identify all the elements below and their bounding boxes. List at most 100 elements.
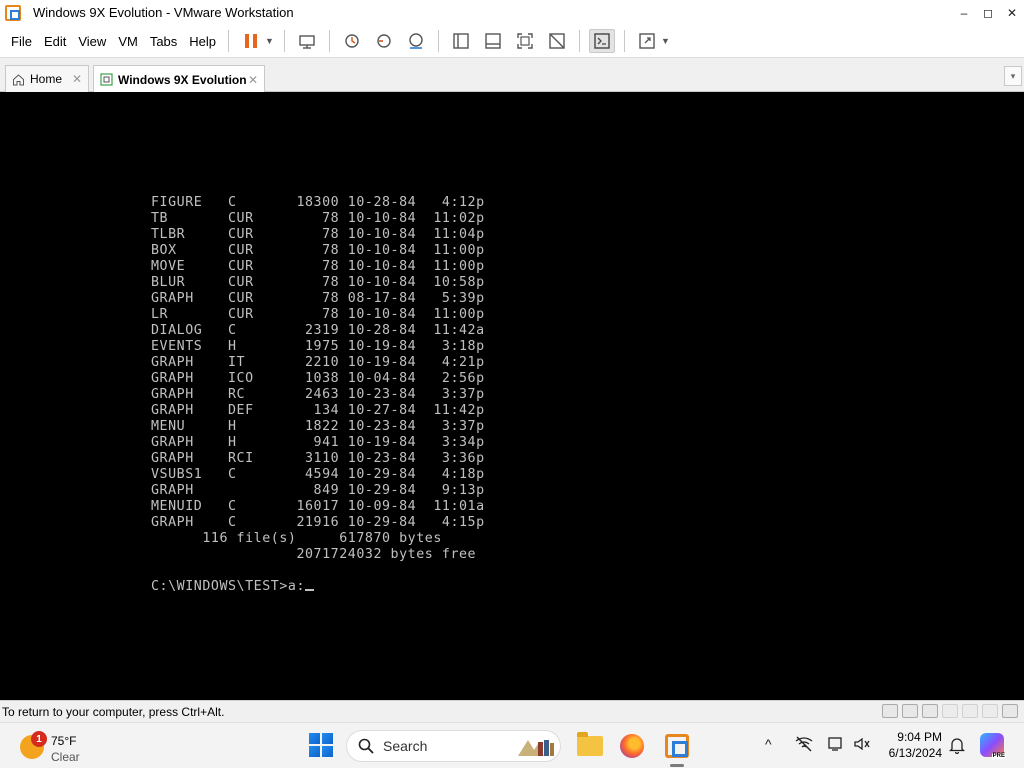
terminal-line: TLBR CUR 78 10-10-84 11:04p xyxy=(151,227,485,242)
tab-home[interactable]: Home ✕ xyxy=(5,65,89,92)
stretch-guest-button[interactable] xyxy=(634,29,660,53)
terminal-line: MENUID C 16017 10-09-84 11:01a xyxy=(151,499,485,514)
network-icon[interactable] xyxy=(942,704,958,718)
speaker-muted-icon[interactable] xyxy=(853,736,871,752)
toolbar-divider xyxy=(623,30,625,52)
usb-icon[interactable] xyxy=(962,704,978,718)
chevron-down-icon[interactable]: ▼ xyxy=(661,36,670,46)
close-icon[interactable]: ✕ xyxy=(72,72,82,86)
status-bar: To return to your computer, press Ctrl+A… xyxy=(0,700,1024,722)
terminal-line: GRAPH 849 10-29-84 9:13p xyxy=(151,483,485,498)
stretch-icon xyxy=(639,33,655,49)
floppy-icon[interactable] xyxy=(922,704,938,718)
console-icon xyxy=(594,33,610,49)
terminal-line: C:\WINDOWS\TEST>a: xyxy=(151,579,485,595)
file-explorer-taskbar-button[interactable] xyxy=(575,731,605,761)
toolbar-divider xyxy=(283,30,285,52)
sidebar-layout-icon xyxy=(453,33,469,49)
vm-console[interactable]: FIGURE C 18300 10-28-84 4:12p TB CUR 78 1… xyxy=(0,92,1024,700)
menu-tabs[interactable]: Tabs xyxy=(144,34,183,49)
folder-icon xyxy=(577,732,603,756)
search-label: Search xyxy=(383,738,428,754)
terminal-line: GRAPH ICO 1038 10-04-84 2:56p xyxy=(151,371,485,386)
terminal-line: EVENTS H 1975 10-19-84 3:18p xyxy=(151,339,485,354)
maximize-button[interactable]: ◻ xyxy=(976,0,1000,25)
text-cursor xyxy=(305,579,314,591)
display-icon[interactable] xyxy=(828,736,844,752)
toolbar-divider xyxy=(437,30,439,52)
vmware-icon xyxy=(665,734,689,758)
chevron-down-icon[interactable]: ▼ xyxy=(265,36,274,46)
toolbar-divider xyxy=(328,30,330,52)
running-indicator xyxy=(670,764,684,767)
menu-vm[interactable]: VM xyxy=(112,34,144,49)
sound-icon[interactable] xyxy=(982,704,998,718)
unity-button[interactable] xyxy=(544,29,570,53)
show-hidden-icons-chevron-up-icon[interactable]: ^ xyxy=(765,736,772,752)
firefox-icon xyxy=(620,734,644,758)
menu-file[interactable]: File xyxy=(5,34,38,49)
tab-scroll-button[interactable]: ▾ xyxy=(1004,66,1022,86)
terminal-line: GRAPH IT 2210 10-19-84 4:21p xyxy=(151,355,485,370)
show-thumbnail-bar-button[interactable] xyxy=(480,29,506,53)
cd-rom-icon[interactable] xyxy=(902,704,918,718)
snapshot-manager-icon xyxy=(409,33,423,49)
tab-label: Windows 9X Evolution xyxy=(118,72,247,87)
terminal-line: LR CUR 78 10-10-84 11:00p xyxy=(151,307,485,322)
full-screen-button[interactable] xyxy=(512,29,538,53)
terminal-line: GRAPH C 21916 10-29-84 4:15p xyxy=(151,515,485,530)
windows-logo-pane xyxy=(309,733,320,744)
weather-temperature: 75°F xyxy=(51,734,77,748)
start-button[interactable] xyxy=(309,733,333,757)
taskbar-search[interactable]: Search xyxy=(346,730,561,762)
terminal-line: BOX CUR 78 10-10-84 11:00p xyxy=(151,243,485,258)
system-clock[interactable]: 9:04 PM 6/13/2024 xyxy=(880,729,942,761)
window-title: Windows 9X Evolution - VMware Workstatio… xyxy=(33,5,294,20)
menu-edit[interactable]: Edit xyxy=(38,34,72,49)
console-view-button[interactable] xyxy=(588,29,615,53)
windows-logo-pane xyxy=(309,746,320,757)
title-bar: Windows 9X Evolution - VMware Workstatio… xyxy=(0,0,1024,25)
network-offline-icon[interactable] xyxy=(795,736,813,752)
home-icon xyxy=(13,73,24,85)
pause-vm-button[interactable] xyxy=(238,29,264,53)
windows-taskbar: 1 75°F Clear Search ^ 9:04 PM 6/13/2024 … xyxy=(0,722,1024,768)
send-ctrl-alt-del-button[interactable] xyxy=(294,29,320,53)
terminal-line: FIGURE C 18300 10-28-84 4:12p xyxy=(151,195,485,210)
fullscreen-icon xyxy=(517,33,533,49)
terminal-line: TB CUR 78 10-10-84 11:02p xyxy=(151,211,485,226)
pause-icon xyxy=(245,34,258,48)
search-icon xyxy=(358,738,374,754)
bottom-panel-icon xyxy=(485,33,501,49)
dos-terminal-output: FIGURE C 18300 10-28-84 4:12p TB CUR 78 1… xyxy=(151,195,485,595)
status-message: To return to your computer, press Ctrl+A… xyxy=(2,704,225,719)
message-icon[interactable] xyxy=(1002,704,1018,718)
vm-icon xyxy=(100,73,113,86)
weather-condition: Clear xyxy=(51,750,80,764)
snapshot-button[interactable] xyxy=(339,29,365,53)
vmware-taskbar-button[interactable] xyxy=(662,731,692,761)
clock-date: 6/13/2024 xyxy=(888,746,942,760)
terminal-line: MOVE CUR 78 10-10-84 11:00p xyxy=(151,259,485,274)
minimize-button[interactable]: – xyxy=(952,0,976,25)
keyboard-icon xyxy=(299,35,315,49)
notification-bell-icon[interactable] xyxy=(949,736,965,754)
show-library-button[interactable] xyxy=(448,29,474,53)
close-icon[interactable]: ✕ xyxy=(248,73,258,87)
menu-help[interactable]: Help xyxy=(183,34,222,49)
terminal-line: MENU H 1822 10-23-84 3:37p xyxy=(151,419,485,434)
menu-view[interactable]: View xyxy=(72,34,112,49)
device-status-icons xyxy=(882,704,1018,718)
clock-snapshot-icon xyxy=(345,34,359,48)
weather-alert-badge: 1 xyxy=(31,731,47,747)
close-button[interactable]: ✕ xyxy=(1000,0,1024,25)
revert-snapshot-button[interactable] xyxy=(371,29,397,53)
toolbar-divider xyxy=(578,30,580,52)
copilot-icon[interactable]: PRE xyxy=(980,733,1006,759)
snapshot-manager-button[interactable] xyxy=(403,29,429,53)
windows-logo-pane xyxy=(322,733,333,744)
hard-disk-icon[interactable] xyxy=(882,704,898,718)
weather-widget[interactable]: 1 75°F Clear xyxy=(18,729,88,765)
firefox-taskbar-button[interactable] xyxy=(617,731,647,761)
tab-windows-9x-evolution[interactable]: Windows 9X Evolution ✕ xyxy=(93,65,265,93)
